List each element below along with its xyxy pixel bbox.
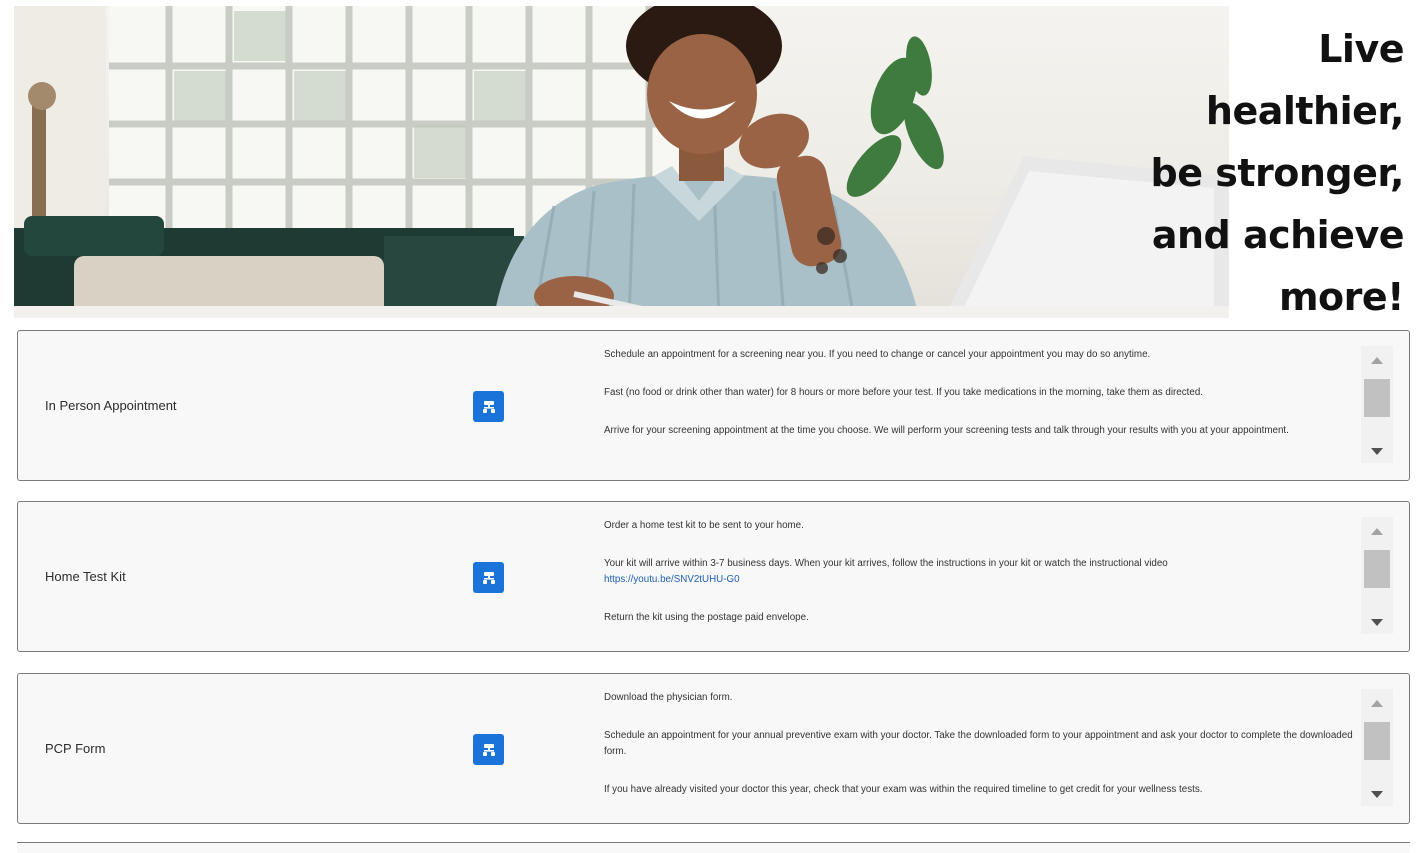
scrollbar-thumb[interactable] xyxy=(1364,550,1390,588)
select-option-button[interactable] xyxy=(473,734,504,765)
instruction-paragraph: Return the kit using the postage paid en… xyxy=(604,612,809,623)
option-card-home-test-kit: Home Test Kit Order a home test kit to b… xyxy=(17,501,1410,652)
tagline-line: more! xyxy=(1278,275,1405,318)
card-instructions: Schedule an appointment for a screening … xyxy=(604,347,1364,472)
hierarchy-icon xyxy=(482,400,495,413)
text-scrollbar[interactable] xyxy=(1361,689,1393,806)
hierarchy-icon xyxy=(482,743,495,756)
caret-down-icon xyxy=(1371,790,1383,798)
caret-up-icon xyxy=(1371,699,1383,707)
option-card-partial xyxy=(17,842,1410,853)
text-scrollbar[interactable] xyxy=(1361,346,1393,463)
instruction-paragraph: If you have already visited your doctor … xyxy=(604,784,1203,795)
hero-photo-illustration xyxy=(14,6,1229,318)
scroll-down-arrow[interactable] xyxy=(1361,441,1393,461)
hero-tagline: Live healthier, be stronger, and achieve… xyxy=(1104,18,1405,318)
card-instructions: Download the physician form. Schedule an… xyxy=(604,690,1364,815)
select-option-button[interactable] xyxy=(473,562,504,593)
scroll-up-arrow[interactable] xyxy=(1361,350,1393,370)
caret-up-icon xyxy=(1371,527,1383,535)
scroll-down-arrow[interactable] xyxy=(1361,612,1393,632)
instructional-video-link[interactable]: https://youtu.be/SNV2tUHU-G0 xyxy=(604,574,740,585)
instruction-paragraph: Download the physician form. xyxy=(604,692,733,703)
tagline-line: Live xyxy=(1318,27,1404,71)
scroll-up-arrow[interactable] xyxy=(1361,693,1393,713)
text-scrollbar[interactable] xyxy=(1361,517,1393,634)
instruction-paragraph: Schedule an appointment for a screening … xyxy=(604,349,1151,360)
hero-banner: Live healthier, be stronger, and achieve… xyxy=(14,0,1418,318)
scroll-down-arrow[interactable] xyxy=(1361,784,1393,804)
instruction-text: Your kit will arrive within 3-7 business… xyxy=(604,558,1168,569)
hierarchy-icon xyxy=(482,571,495,584)
caret-down-icon xyxy=(1371,447,1383,455)
caret-up-icon xyxy=(1371,356,1383,364)
instruction-paragraph: Fast (no food or drink other than water)… xyxy=(604,387,1203,398)
instruction-paragraph-with-link: Your kit will arrive within 3-7 business… xyxy=(604,556,1364,588)
scrollbar-thumb[interactable] xyxy=(1364,379,1390,417)
instruction-paragraph: Arrive for your screening appointment at… xyxy=(604,425,1289,436)
instruction-paragraph: Schedule an appointment for your annual … xyxy=(604,730,1353,757)
tagline-line: be stronger, xyxy=(1150,151,1405,195)
hero-photo xyxy=(14,6,1229,318)
card-title: Home Test Kit xyxy=(45,569,126,584)
option-card-pcp-form: PCP Form Download the physician form. Sc… xyxy=(17,673,1410,824)
scrollbar-thumb[interactable] xyxy=(1364,722,1390,760)
tagline-line: healthier, xyxy=(1205,89,1405,133)
tagline-line: and achieve xyxy=(1151,213,1405,257)
scroll-up-arrow[interactable] xyxy=(1361,521,1393,541)
instruction-paragraph: Order a home test kit to be sent to your… xyxy=(604,520,804,531)
card-instructions: Order a home test kit to be sent to your… xyxy=(604,518,1364,643)
option-card-in-person: In Person Appointment Schedule an appoin… xyxy=(17,330,1410,481)
select-option-button[interactable] xyxy=(473,391,504,422)
card-title: In Person Appointment xyxy=(45,398,177,413)
caret-down-icon xyxy=(1371,618,1383,626)
card-title: PCP Form xyxy=(45,741,106,756)
